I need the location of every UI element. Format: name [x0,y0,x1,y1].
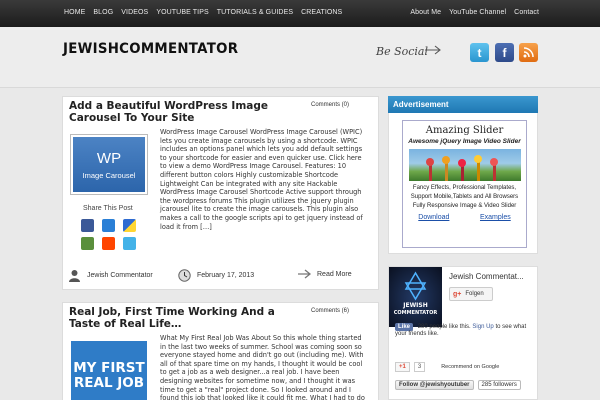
thumbnail-line: MY FIRST [73,360,145,376]
profile-logo[interactable]: JEWISH COMMENTATOR [389,267,442,327]
social-widget: JEWISH COMMENTATOR Jewish Commentat... g… [388,266,538,400]
twitter-follow-row: Follow @jewishyoutuber 285 followers [395,380,521,390]
twitter-follow-button[interactable]: Follow @jewishyoutuber [395,380,474,390]
facebook-like-box: Like 280 people like this. Sign Up to se… [395,323,537,337]
comments-link[interactable]: Comments (6) [311,308,349,314]
arrow-right-icon [425,45,441,55]
twitter-share-icon[interactable] [123,237,136,250]
site-logo[interactable]: JEWISHCOMMENTATOR [63,41,238,57]
ad-title: Amazing Slider [425,125,504,136]
facebook-share-icon[interactable] [81,219,94,232]
arrow-right-icon [298,269,311,279]
read-more-label: Read More [317,270,352,278]
share-buttons [81,219,137,250]
post-author[interactable]: Jewish Commentator [68,269,153,282]
facebook-signup-link[interactable]: Sign Up [472,324,493,330]
ad-feature-line: Support Mobile,Tablets and All Browsers [410,194,519,200]
be-social-label: Be Social [376,45,429,58]
post-title[interactable]: Add a Beautiful WordPress Image Carousel… [69,100,291,124]
facebook-icon[interactable]: f [495,43,514,62]
nav-tutorials-guides[interactable]: TUTORIALS & GUIDES [217,9,293,16]
nav-creations[interactable]: CREATIONS [301,9,342,16]
google-plusone-row: +1 3 Recommend on Google [395,362,499,372]
nav-contact[interactable]: Contact [514,9,539,16]
amazing-slider-ad[interactable]: Amazing Slider Awesome jQuery Image Vide… [402,120,527,248]
stumbleupon-share-icon[interactable] [81,237,94,250]
thumbnail-line: REAL JOB [73,375,145,391]
rss-icon[interactable] [519,43,538,62]
delicious-share-icon[interactable] [123,219,136,232]
ad-download-link[interactable]: Download [418,214,449,221]
ad-subtitle: Awesome jQuery Image Video Slider [408,138,521,145]
share-label: Share This Post [83,205,133,212]
digg-share-icon[interactable] [102,219,115,232]
ad-feature-line: Fancy Effects, Professional Templates, [412,185,517,191]
post-excerpt: WordPress Image Carousel WordPress Image… [160,128,363,231]
nav-youtube-tips[interactable]: YOUTUBE TIPS [156,9,208,16]
post-card: Real Job, First Time Working And a Taste… [62,302,379,400]
google-plus-icon: g+ [453,290,462,298]
follow-button[interactable]: g+ Folgen [449,287,493,301]
reddit-share-icon[interactable] [102,237,115,250]
author-name: Jewish Commentator [87,272,153,279]
post-footer: Jewish Commentator February 17, 2013 Rea… [63,265,378,285]
comments-link[interactable]: Comments (0) [311,102,349,108]
ad-features: Fancy Effects, Professional Templates, S… [403,184,526,211]
ad-links: Download Examples [403,214,526,221]
nav-youtube-channel[interactable]: YouTube Channel [449,9,506,16]
ad-examples-link[interactable]: Examples [480,214,511,221]
secondary-menu: About Me YouTube Channel Contact [410,9,539,16]
profile-name[interactable]: Jewish Commentat... [449,272,524,281]
date-text: February 17, 2013 [197,272,255,279]
nav-home[interactable]: HOME [64,9,85,16]
post-thumbnail[interactable]: WP Image Carousel [71,135,147,194]
post-excerpt: What My First Real Job Was About So this… [160,334,365,400]
post-thumbnail[interactable]: MY FIRST REAL JOB [71,341,147,400]
twitter-icon[interactable]: t [470,43,489,62]
facebook-like-button[interactable]: Like [395,323,414,331]
post-date: February 17, 2013 [178,269,254,282]
post-title[interactable]: Real Job, First Time Working And a Taste… [69,306,291,330]
thumbnail-subtitle: Image Carousel [82,170,136,180]
advertisement-header: Advertisement [388,96,538,113]
user-icon [69,270,80,282]
follow-label: Folgen [465,291,484,297]
clock-icon [178,269,191,282]
ad-image [408,149,521,181]
site-header: JEWISHCOMMENTATOR Be Social t f [0,27,600,88]
recommend-text: Recommend on Google [441,364,500,370]
plusone-button[interactable]: +1 [395,362,410,372]
ad-feature-line: Fully Responsive Image & Video Slider [412,203,517,209]
facebook-like-count: 280 people like this. [417,324,471,330]
logo-text-line: COMMENTATOR [394,310,438,316]
read-more-link[interactable]: Read More [298,269,352,279]
twitter-follower-count: 285 followers [477,380,521,390]
nav-videos[interactable]: VIDEOS [121,9,148,16]
top-navigation: HOME BLOG VIDEOS YOUTUBE TIPS TUTORIALS … [0,0,600,27]
thumbnail-title: WP [96,149,122,167]
logo-text-line: JEWISH [402,302,428,309]
advertisement-widget: Amazing Slider Awesome jQuery Image Vide… [388,113,538,254]
plusone-count: 3 [413,362,426,372]
nav-about-me[interactable]: About Me [410,9,441,16]
nav-blog[interactable]: BLOG [93,9,113,16]
main-menu: HOME BLOG VIDEOS YOUTUBE TIPS TUTORIALS … [64,9,342,16]
post-card: Add a Beautiful WordPress Image Carousel… [62,96,379,290]
